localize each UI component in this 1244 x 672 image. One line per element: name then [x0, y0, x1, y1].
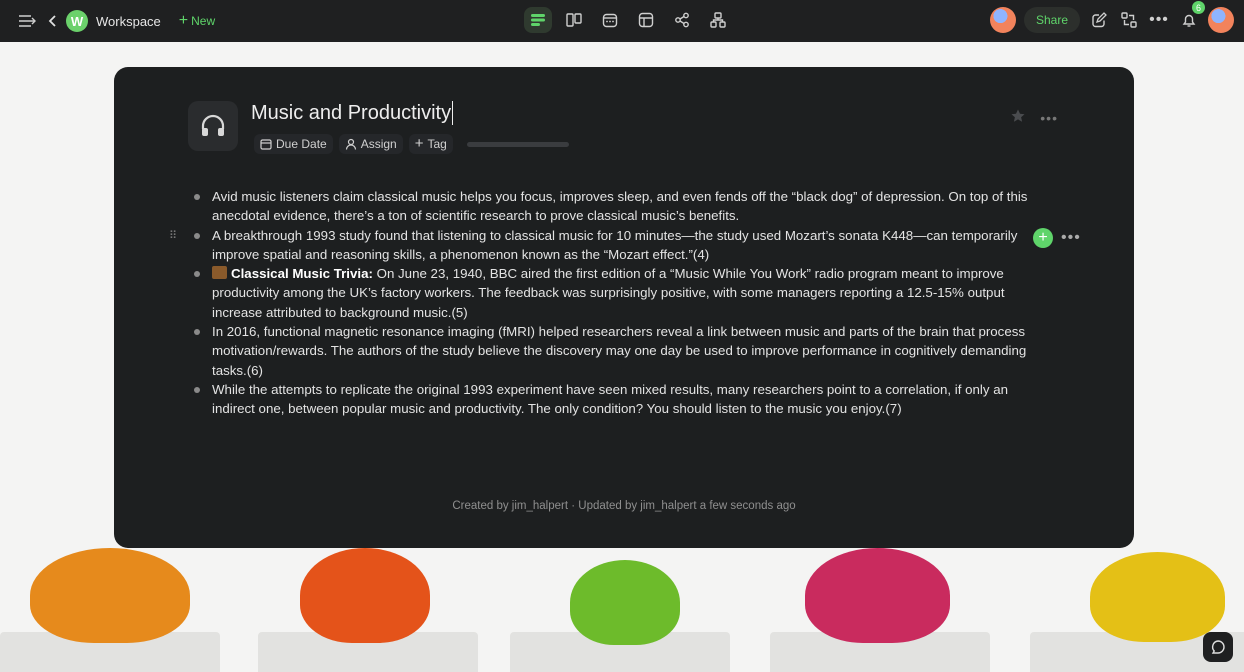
orchestra-emoji-icon	[212, 266, 227, 280]
pink-cactus	[805, 548, 950, 643]
person-icon	[345, 138, 356, 150]
back-chevron-icon[interactable]	[46, 10, 58, 32]
plus-icon: +	[178, 12, 189, 29]
workspace-avatar[interactable]: W	[66, 10, 88, 32]
meta-placeholder-bar	[466, 141, 569, 147]
page-title[interactable]: Music and Productivity	[251, 101, 454, 125]
workspace-name[interactable]: Workspace	[96, 14, 161, 29]
list-item[interactable]: ⠿ A breakthrough 1993 study found that l…	[169, 226, 1032, 265]
document-card: Music and Productivity Due Date Assign +…	[114, 67, 1134, 548]
sidebar-toggle-icon[interactable]	[16, 10, 38, 32]
top-bar: W Workspace + New Share ••• 6	[0, 0, 1244, 42]
cactus-decoration	[0, 548, 1244, 672]
new-button[interactable]: + New	[178, 12, 216, 29]
row-actions: + •••	[1033, 228, 1081, 248]
orange-cactus	[30, 548, 190, 643]
doc-footer: Created by jim_halpert · Updated by jim_…	[452, 500, 796, 512]
bullet-text: A breakthrough 1993 study found that lis…	[212, 227, 1018, 262]
bullet-list: Avid music listeners claim classical mus…	[169, 187, 1032, 419]
tag-label: Tag	[427, 137, 447, 151]
top-bar-left: W Workspace + New	[0, 10, 215, 32]
view-switcher	[524, 7, 732, 33]
share-button[interactable]: Share	[1023, 7, 1080, 33]
user-avatar[interactable]	[1208, 7, 1234, 33]
chat-icon[interactable]	[1203, 632, 1233, 662]
workflow-icon[interactable]	[1118, 9, 1140, 31]
due-date-label: Due Date	[276, 137, 327, 151]
assign-label: Assign	[360, 137, 397, 151]
collaborator-avatar[interactable]	[989, 7, 1016, 33]
list-item[interactable]: In 2016, functional magnetic resonance i…	[192, 322, 1032, 380]
edit-icon[interactable]	[1088, 9, 1110, 31]
list-item[interactable]: Classical Music Trivia: On June 23, 1940…	[192, 264, 1032, 322]
table-view-icon[interactable]	[632, 7, 660, 33]
bullet-text: Avid music listeners claim classical mus…	[212, 189, 1028, 224]
list-item[interactable]: While the attempts to replicate the orig…	[192, 380, 1032, 419]
tag-button[interactable]: + Tag	[408, 134, 453, 154]
new-button-label: New	[191, 14, 216, 28]
list-item[interactable]: Avid music listeners claim classical mus…	[192, 187, 1032, 226]
mindmap-view-icon[interactable]	[704, 7, 732, 33]
calendar-view-icon[interactable]	[596, 7, 624, 33]
calendar-icon	[260, 139, 272, 150]
more-menu-icon[interactable]: •••	[1148, 9, 1170, 31]
assign-button[interactable]: Assign	[338, 134, 403, 154]
block-more-icon[interactable]: •••	[1061, 229, 1081, 247]
plus-icon: +	[414, 135, 424, 152]
board-view-icon[interactable]	[560, 7, 588, 33]
drag-handle-icon[interactable]: ⠿	[169, 227, 177, 246]
bullet-bold-text: Classical Music Trivia:	[231, 266, 373, 282]
green-cactus	[570, 560, 680, 645]
top-bar-right: Share ••• 6	[989, 1, 1234, 33]
star-icon[interactable]	[1010, 108, 1026, 127]
add-block-icon[interactable]: +	[1033, 228, 1053, 248]
doc-more-icon[interactable]: •••	[1040, 110, 1058, 126]
doc-actions: •••	[1010, 108, 1058, 127]
bullet-text: In 2016, functional magnetic resonance i…	[212, 324, 1027, 378]
bullet-text: While the attempts to replicate the orig…	[212, 381, 1009, 417]
yellow-cactus	[1090, 552, 1225, 642]
graph-view-icon[interactable]	[668, 7, 696, 33]
red-cactus	[300, 548, 430, 643]
doc-view-icon[interactable]	[524, 7, 552, 33]
doc-meta-row: Due Date Assign + Tag	[254, 134, 569, 154]
bell-icon[interactable]: 6	[1178, 1, 1205, 31]
notification-count-badge: 6	[1192, 1, 1205, 14]
due-date-button[interactable]: Due Date	[254, 134, 333, 154]
headphones-icon[interactable]	[188, 101, 238, 151]
